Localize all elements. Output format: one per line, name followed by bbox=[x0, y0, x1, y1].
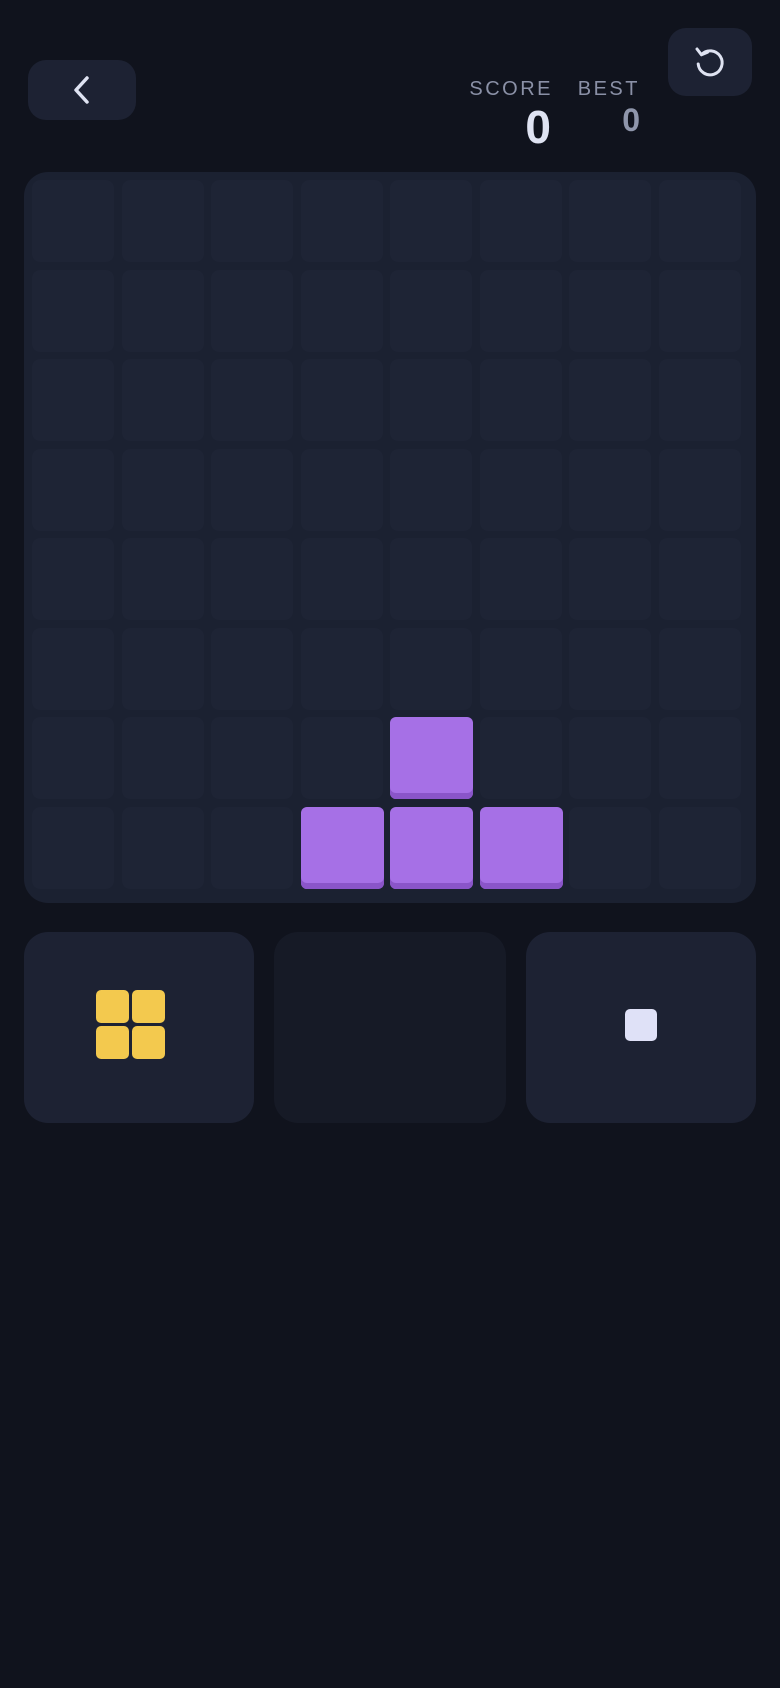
board-cell[interactable] bbox=[121, 359, 204, 441]
board-cell[interactable] bbox=[658, 717, 741, 799]
board-cell[interactable] bbox=[32, 180, 114, 262]
best-display: BEST 0 bbox=[578, 78, 640, 138]
board-cell[interactable] bbox=[32, 269, 114, 352]
board-cell[interactable] bbox=[32, 538, 114, 620]
piece-block[interactable] bbox=[131, 990, 165, 1023]
board-cell[interactable] bbox=[211, 627, 293, 710]
board-cell[interactable] bbox=[569, 448, 651, 531]
board-cell[interactable] bbox=[658, 180, 741, 262]
piece-block[interactable] bbox=[131, 1026, 165, 1059]
board-cell[interactable] bbox=[479, 717, 562, 799]
chevron-left-icon bbox=[70, 74, 94, 106]
board-cell[interactable] bbox=[569, 717, 651, 799]
board-cell[interactable] bbox=[569, 359, 651, 441]
board-cell[interactable] bbox=[300, 180, 383, 262]
score-label: SCORE bbox=[469, 78, 553, 100]
board-cell[interactable] bbox=[390, 538, 472, 620]
board-cell[interactable] bbox=[390, 180, 472, 262]
board-cell[interactable] bbox=[121, 269, 204, 352]
board-cell[interactable] bbox=[300, 359, 383, 441]
board-cell[interactable] bbox=[211, 538, 293, 620]
board-cell[interactable] bbox=[121, 806, 204, 889]
board-cell[interactable] bbox=[121, 538, 204, 620]
board-cell[interactable] bbox=[121, 448, 204, 531]
board-cell[interactable] bbox=[390, 359, 472, 441]
board-cell[interactable] bbox=[569, 269, 651, 352]
board-cell[interactable] bbox=[211, 448, 293, 531]
board-cell[interactable] bbox=[479, 359, 562, 441]
back-button[interactable] bbox=[28, 60, 136, 120]
board-cell[interactable] bbox=[121, 627, 204, 710]
board-cell[interactable] bbox=[479, 627, 562, 710]
board-cell[interactable] bbox=[390, 269, 472, 352]
board-cell[interactable] bbox=[211, 269, 293, 352]
board-cell[interactable] bbox=[390, 448, 472, 531]
board-cell[interactable] bbox=[569, 538, 651, 620]
best-label: BEST bbox=[577, 78, 640, 100]
board-cell[interactable] bbox=[658, 538, 741, 620]
board-cell[interactable] bbox=[479, 180, 562, 262]
piece-slot-1[interactable] bbox=[24, 932, 254, 1123]
board-cell[interactable] bbox=[32, 359, 114, 441]
board-cell[interactable] bbox=[211, 806, 293, 889]
piece-slot-2 bbox=[274, 932, 506, 1123]
board-cell[interactable] bbox=[211, 180, 293, 262]
placed-block bbox=[479, 806, 563, 889]
board-cell[interactable] bbox=[211, 717, 293, 799]
board-cell[interactable] bbox=[479, 448, 562, 531]
piece-block[interactable] bbox=[95, 990, 129, 1023]
board-cell[interactable] bbox=[658, 269, 741, 352]
piece-slot-3[interactable] bbox=[526, 932, 756, 1123]
board-cell[interactable] bbox=[569, 180, 651, 262]
board-cell[interactable] bbox=[300, 448, 383, 531]
board-cell[interactable] bbox=[121, 180, 204, 262]
board-cell[interactable] bbox=[121, 717, 204, 799]
board-cell[interactable] bbox=[300, 717, 383, 799]
restart-button[interactable] bbox=[668, 28, 752, 96]
piece-block[interactable] bbox=[95, 1026, 129, 1059]
board-cell[interactable] bbox=[300, 269, 383, 352]
placed-block bbox=[390, 806, 473, 889]
board-cell[interactable] bbox=[32, 717, 114, 799]
score-value: 0 bbox=[525, 101, 551, 153]
piece-block[interactable] bbox=[625, 1008, 657, 1041]
board-cell[interactable] bbox=[479, 538, 562, 620]
board-cell[interactable] bbox=[390, 627, 472, 710]
best-value: 0 bbox=[622, 102, 640, 138]
board-cell[interactable] bbox=[300, 538, 383, 620]
board-cell[interactable] bbox=[658, 627, 741, 710]
game-board[interactable] bbox=[24, 172, 756, 903]
board-cell[interactable] bbox=[658, 806, 741, 889]
board-cell[interactable] bbox=[569, 627, 651, 710]
placed-block bbox=[390, 717, 473, 799]
restart-icon bbox=[692, 44, 728, 80]
board-cell[interactable] bbox=[32, 627, 114, 710]
placed-block bbox=[300, 806, 384, 889]
board-cell[interactable] bbox=[32, 806, 114, 889]
score-display: SCORE 0 bbox=[469, 78, 553, 152]
board-cell[interactable] bbox=[658, 359, 741, 441]
board-cell[interactable] bbox=[658, 448, 741, 531]
game-screen: SCORE 0 BEST 0 bbox=[0, 0, 780, 1688]
board-cell[interactable] bbox=[479, 269, 562, 352]
board-cell[interactable] bbox=[211, 359, 293, 441]
board-cell[interactable] bbox=[32, 448, 114, 531]
board-cell[interactable] bbox=[300, 627, 383, 710]
board-cell[interactable] bbox=[569, 806, 651, 889]
